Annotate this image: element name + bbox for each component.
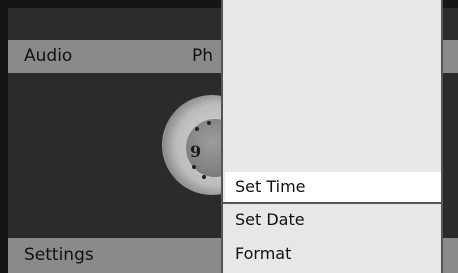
clock-tick [192,165,196,169]
menu-item-phone[interactable]: Ph [192,40,213,73]
time-settings-submenu: Set Time Set Date Format [221,0,443,273]
submenu-item-format[interactable]: Format [225,239,441,269]
clock-numeral: 9 [190,142,202,161]
settings-label[interactable]: Settings [24,238,94,273]
submenu-item-set-date[interactable]: Set Date [225,205,441,235]
clock-tick [195,127,199,131]
clock-tick [207,121,211,125]
clock-tick [202,175,206,179]
submenu-item-set-time[interactable]: Set Time [225,172,441,202]
menu-item-audio[interactable]: Audio [24,40,72,73]
infotainment-screen: Audio Ph 9 Settings Set Time Set Date Fo… [0,0,458,273]
submenu-divider [223,202,441,204]
